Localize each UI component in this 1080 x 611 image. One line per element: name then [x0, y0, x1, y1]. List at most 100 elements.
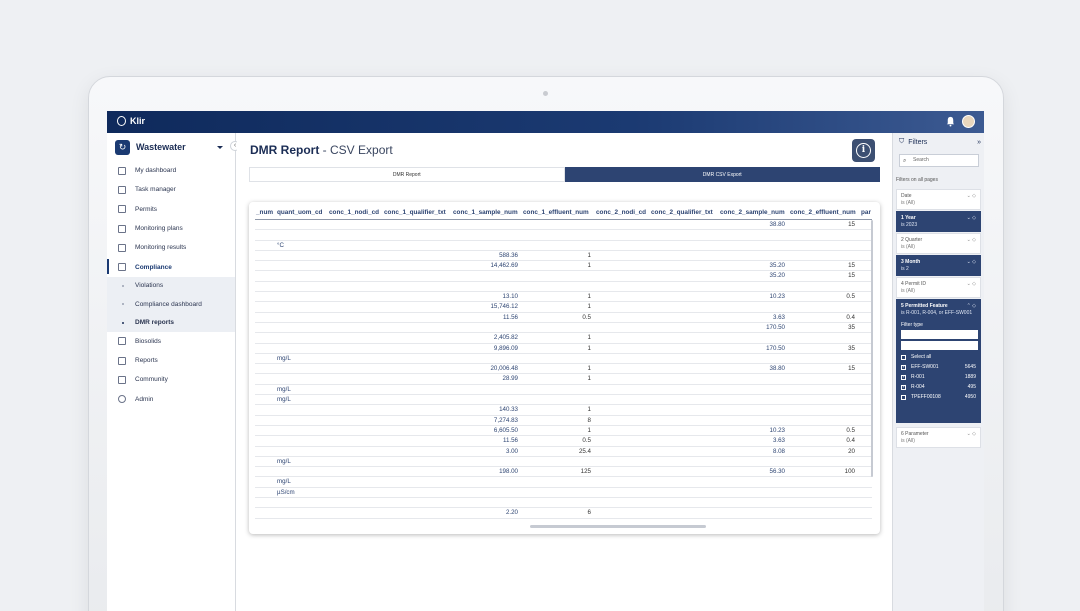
table-cell — [650, 457, 719, 466]
subnav-item-compliance-dashboard[interactable]: Compliance dashboard — [107, 295, 235, 313]
table-cell: 1 — [587, 293, 591, 301]
table-row: 7,274.83 8 — [255, 416, 872, 426]
filter-card-date[interactable]: Date is (All) ⌄ ◇ — [896, 189, 981, 210]
checkbox-checked-icon[interactable]: ✓ — [901, 384, 906, 390]
table-cell — [255, 405, 276, 414]
table-cell — [328, 282, 383, 291]
table-cell: 20 — [848, 447, 855, 455]
table-cell — [276, 261, 328, 270]
table-cell — [383, 292, 452, 301]
column-header[interactable]: conc_2_qualifier_txt — [650, 205, 719, 219]
table-cell — [383, 426, 452, 435]
filter-option[interactable]: ✓ R-004 495 — [901, 384, 976, 390]
table-cell — [255, 519, 276, 525]
column-header[interactable]: par — [859, 205, 872, 219]
table-cell — [328, 488, 383, 497]
filter-search-field[interactable] — [901, 341, 978, 350]
table-cell — [255, 333, 276, 342]
filter-type-select[interactable] — [901, 330, 978, 339]
filter-card-month[interactable]: 3 Month is 2 ⌄ ◇ — [896, 255, 981, 276]
checkbox-checked-icon[interactable]: ✓ — [901, 374, 906, 380]
sidebar-item-reports[interactable]: Reports — [107, 351, 235, 370]
avatar[interactable] — [962, 115, 975, 128]
filter-value: is (All) — [901, 438, 915, 444]
filter-option[interactable]: Select all — [901, 354, 976, 360]
collapse-filters-icon[interactable]: » — [977, 139, 981, 146]
checkbox-checked-icon[interactable]: ✓ — [901, 364, 906, 370]
filter-controls-icon[interactable]: ⌄ ◇ — [967, 431, 976, 437]
table-cell — [328, 477, 383, 486]
table-cell — [328, 323, 383, 332]
klir-logo[interactable]: Klir — [117, 116, 145, 126]
filter-card-permitted-feature[interactable]: 5 Permitted Feature is R-001, R-004, or … — [896, 299, 981, 423]
filters-search-input[interactable]: ⌕ Search — [899, 154, 979, 167]
column-header[interactable]: conc_1_nodi_cd — [328, 205, 383, 219]
filter-controls-icon[interactable]: ⌄ ◇ — [967, 281, 976, 287]
filter-controls-icon[interactable]: ⌄ ◇ — [967, 215, 976, 221]
checkbox-icon[interactable] — [901, 354, 906, 360]
table-row: 6,605.50 1 10.23 0.5 — [255, 426, 872, 437]
filter-card-year[interactable]: 1 Year is 2023 ⌄ ◇ — [896, 211, 981, 232]
checkbox-icon[interactable] — [901, 394, 906, 400]
sidebar-item-monitoring-results[interactable]: Monitoring results — [107, 238, 235, 257]
info-icon: i — [856, 143, 871, 158]
tab-dmr-csv-export[interactable]: DMR CSV Export — [564, 167, 880, 182]
table-cell — [452, 220, 522, 229]
filter-name: 1 Year — [901, 215, 916, 221]
column-header[interactable]: conc_1_effluent_num — [522, 205, 595, 219]
column-header[interactable]: conc_1_qualifier_txt — [383, 205, 452, 219]
sidebar-item-task-manager[interactable]: Task manager — [107, 180, 235, 199]
horizontal-scrollbar[interactable] — [530, 525, 706, 528]
filter-controls-icon[interactable]: ⌄ ◇ — [967, 259, 976, 265]
table-cell — [595, 241, 650, 250]
table-cell — [255, 354, 276, 363]
sidebar-item-community[interactable]: Community — [107, 370, 235, 389]
sidebar-item-compliance[interactable]: Compliance — [107, 257, 235, 276]
filter-card-quarter[interactable]: 2 Quarter is (All) ⌄ ◇ — [896, 233, 981, 254]
table-cell — [255, 426, 276, 435]
subnav-item-dmr-reports[interactable]: DMR reports — [107, 313, 235, 331]
table-cell — [595, 333, 650, 342]
table-cell — [383, 477, 452, 486]
filter-card-parameter[interactable]: 6 Parameter is (All) ⌄ ◇ — [896, 427, 981, 448]
column-header[interactable]: conc_2_nodi_cd — [595, 205, 650, 219]
column-header[interactable]: conc_1_sample_num — [452, 205, 522, 219]
table-cell — [650, 354, 719, 363]
table-cell — [595, 426, 650, 435]
tab-dmr-report[interactable]: DMR Report — [249, 167, 565, 182]
info-button[interactable]: i — [852, 139, 875, 162]
app-name: Wastewater — [136, 142, 186, 152]
filter-controls-icon[interactable]: ⌃ ◇ — [967, 303, 976, 309]
subnav-item-violations[interactable]: Violations — [107, 277, 235, 295]
table-cell: 0.5 — [846, 293, 855, 301]
sidebar-item-my-dashboard[interactable]: My dashboard — [107, 161, 235, 180]
column-header[interactable]: conc_2_sample_num — [719, 205, 789, 219]
filter-option[interactable]: ✓ EFF-SW001 5645 — [901, 364, 976, 370]
filter-card-permit-id[interactable]: 4 Permit ID is (All) ⌄ ◇ — [896, 277, 981, 298]
bell-icon[interactable] — [945, 116, 956, 127]
filter-option-label: Select all — [911, 354, 932, 360]
table-cell — [650, 426, 719, 435]
column-header[interactable]: _num — [255, 205, 276, 219]
search-placeholder: Search — [913, 157, 929, 163]
vertical-scrollbar[interactable] — [871, 220, 873, 477]
table-row: 11.56 0.5 3.63 0.4 — [255, 436, 872, 447]
column-header[interactable]: quant_uom_cd — [276, 205, 328, 219]
sidebar-item-monitoring-plans[interactable]: Monitoring plans — [107, 219, 235, 238]
table-cell — [328, 261, 383, 270]
column-header[interactable]: conc_2_effluent_num — [789, 205, 859, 219]
filter-controls-icon[interactable]: ⌄ ◇ — [967, 193, 976, 199]
sidebar-item-biosolids[interactable]: Biosolids — [107, 332, 235, 351]
filter-controls-icon[interactable]: ⌄ ◇ — [967, 237, 976, 243]
filter-option-label: TPEFF00108 — [911, 394, 941, 400]
filter-option[interactable]: ✓ R-001 1889 — [901, 374, 976, 380]
sidebar-item-permits[interactable]: Permits — [107, 200, 235, 219]
app-switcher[interactable]: ↻ Wastewater — [115, 139, 223, 155]
table-cell — [719, 374, 789, 383]
table-row: 11.56 0.5 3.63 0.4 — [255, 313, 872, 323]
table-cell — [595, 271, 650, 280]
filter-option[interactable]: TPEFF00108 4950 — [901, 394, 976, 400]
sidebar-item-admin[interactable]: Admin — [107, 390, 235, 409]
table-row: 3.00 25.4 8.08 20 — [255, 447, 872, 457]
sidebar: ‹ ↻ Wastewater My dashboard Task manager… — [107, 133, 240, 611]
